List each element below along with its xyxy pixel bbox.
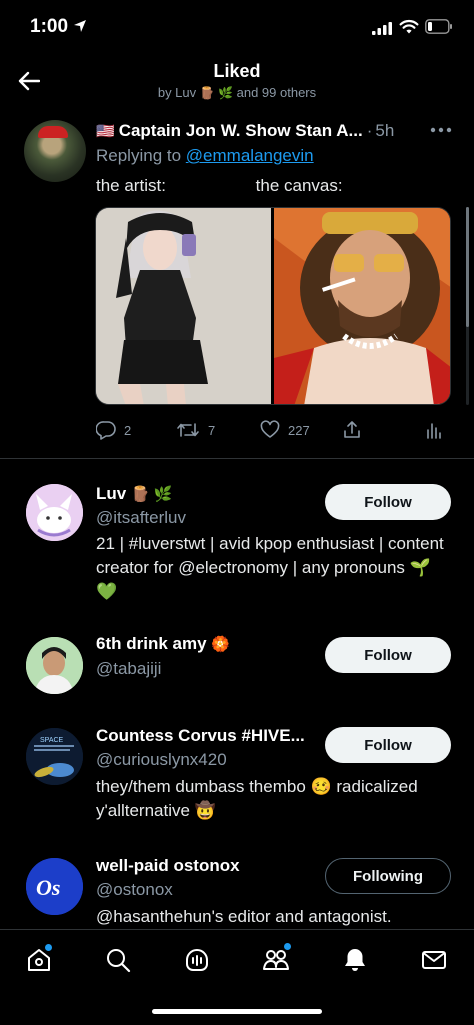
user-name-text: 6th drink amy: [96, 634, 207, 653]
tab-home[interactable]: [19, 942, 59, 978]
follow-button[interactable]: Follow: [325, 637, 451, 673]
user-handle: @tabajiji: [96, 659, 162, 678]
user-bio: @hasanthehun's editor and antagonist.: [96, 907, 392, 926]
user-cell[interactable]: SPACE Countess Corvus #HIVE... @curiousl…: [0, 720, 474, 840]
retweet-action[interactable]: 7: [176, 418, 215, 442]
analytics-action[interactable]: [424, 418, 444, 442]
bell-icon: [345, 949, 365, 971]
user-avatar[interactable]: [26, 637, 83, 694]
analytics-icon: [427, 423, 441, 439]
like-count: 227: [288, 422, 310, 438]
search-icon: [107, 949, 131, 973]
reply-prefix: Replying to: [96, 146, 182, 165]
spaces-icon: [186, 949, 208, 971]
wifi-icon: [399, 19, 419, 34]
subtitle-emoji: 🪵 🌿: [199, 86, 233, 100]
user-name[interactable]: well-paid ostonox: [96, 856, 240, 876]
tweet[interactable]: 🇺🇸 Captain Jon W. Show Stan A... · 5h Re…: [0, 112, 474, 458]
tweet-photo-canvas[interactable]: [274, 208, 450, 404]
tab-communities[interactable]: [256, 942, 296, 978]
tweet-photo-artist[interactable]: [96, 208, 271, 404]
user-cell[interactable]: Os well-paid ostonox @ostonox Following …: [0, 850, 474, 929]
retweet-count: 7: [208, 422, 216, 438]
reply-mention-link[interactable]: @emmalangevin: [186, 146, 314, 165]
puppycat-avatar-illustration: [26, 484, 83, 541]
follow-button[interactable]: Follow: [325, 484, 451, 520]
like-action[interactable]: 227: [260, 418, 310, 442]
subtitle-suffix: and 99 others: [236, 85, 317, 100]
share-action[interactable]: [342, 418, 362, 442]
user-avatar[interactable]: [26, 484, 83, 541]
replying-to: Replying to @emmalangevin: [96, 146, 314, 166]
home-indicator: [152, 1009, 322, 1014]
separator-dot: ·: [366, 121, 373, 140]
user-name[interactable]: Luv 🪵 🌿: [96, 484, 173, 504]
subtitle-prefix: by Luv: [157, 85, 197, 100]
amy-avatar-illustration: [26, 637, 83, 694]
more-options-icon[interactable]: [428, 120, 454, 140]
share-icon: [344, 421, 360, 438]
following-button[interactable]: Following: [325, 858, 451, 894]
user-handle: @itsafterluv: [96, 508, 187, 527]
user-cell[interactable]: Luv 🪵 🌿 @itsafterluv Follow 21 | #luvers…: [0, 476, 474, 616]
artist-photo-illustration: [96, 208, 271, 404]
tab-notifications[interactable]: [335, 942, 375, 978]
user-name-emoji: 🏵️: [211, 636, 230, 653]
location-arrow-icon: [74, 20, 86, 32]
section-divider: [0, 458, 474, 459]
tweet-media-grid[interactable]: [95, 207, 451, 405]
reply-icon: [96, 421, 116, 440]
reply-count: 2: [124, 422, 132, 438]
media-scrollbar[interactable]: [466, 207, 469, 405]
communities-badge-dot: [284, 943, 291, 950]
page-subtitle: by Luv 🪵 🌿 and 99 others: [0, 85, 474, 100]
tweet-author-row: 🇺🇸 Captain Jon W. Show Stan A... · 5h: [96, 120, 466, 142]
canvas-photo-illustration: [274, 208, 450, 404]
user-avatar[interactable]: Os: [26, 858, 83, 915]
user-cell[interactable]: 6th drink amy 🏵️ @tabajiji Follow: [0, 629, 474, 719]
user-bio: they/them dumbass thembo 🥴 radicalized y…: [96, 777, 418, 820]
follow-button[interactable]: Follow: [325, 727, 451, 763]
tweet-text: the artist: the canvas:: [96, 176, 343, 195]
mail-icon: [422, 951, 446, 969]
space-avatar-illustration: SPACE: [26, 728, 83, 785]
tweet-timestamp: 5h: [375, 121, 395, 140]
user-name-text: Luv: [96, 484, 127, 503]
battery-icon: [425, 19, 452, 34]
flag-emoji: 🇺🇸: [96, 123, 115, 140]
tweet-author-avatar[interactable]: [24, 120, 86, 182]
cellular-signal-icon: [372, 22, 392, 35]
status-bar: 1:00: [0, 0, 474, 56]
page-title: Liked: [213, 61, 261, 81]
tab-spaces[interactable]: [177, 942, 217, 978]
user-bio: 21 | #luverstwt | avid kpop enthusiast |…: [96, 534, 444, 601]
user-handle: @curiouslynx420: [96, 750, 227, 769]
ostonox-logo-text: Os: [36, 875, 60, 900]
tab-messages[interactable]: [414, 942, 454, 978]
home-badge-dot: [45, 944, 52, 951]
tab-search[interactable]: [98, 942, 138, 978]
user-handle: @ostonox: [96, 880, 173, 899]
retweet-icon: [177, 423, 199, 437]
tweet-author-name[interactable]: Captain Jon W. Show Stan A...: [119, 121, 363, 141]
page-header: Liked by Luv 🪵 🌿 and 99 others: [0, 56, 474, 108]
communities-icon: [263, 950, 289, 970]
user-name[interactable]: Countess Corvus #HIVE...: [96, 726, 305, 746]
reply-action[interactable]: 2: [96, 418, 131, 442]
status-time: 1:00: [30, 16, 69, 37]
heart-icon: [260, 420, 280, 438]
user-avatar[interactable]: SPACE: [26, 728, 83, 785]
user-name[interactable]: 6th drink amy 🏵️: [96, 634, 230, 654]
space-label: SPACE: [40, 737, 64, 744]
user-name-emoji: 🪵 🌿: [130, 486, 173, 503]
ostonox-logo-avatar: Os: [26, 858, 83, 915]
tweet-actions: 2 7 227: [96, 418, 452, 442]
